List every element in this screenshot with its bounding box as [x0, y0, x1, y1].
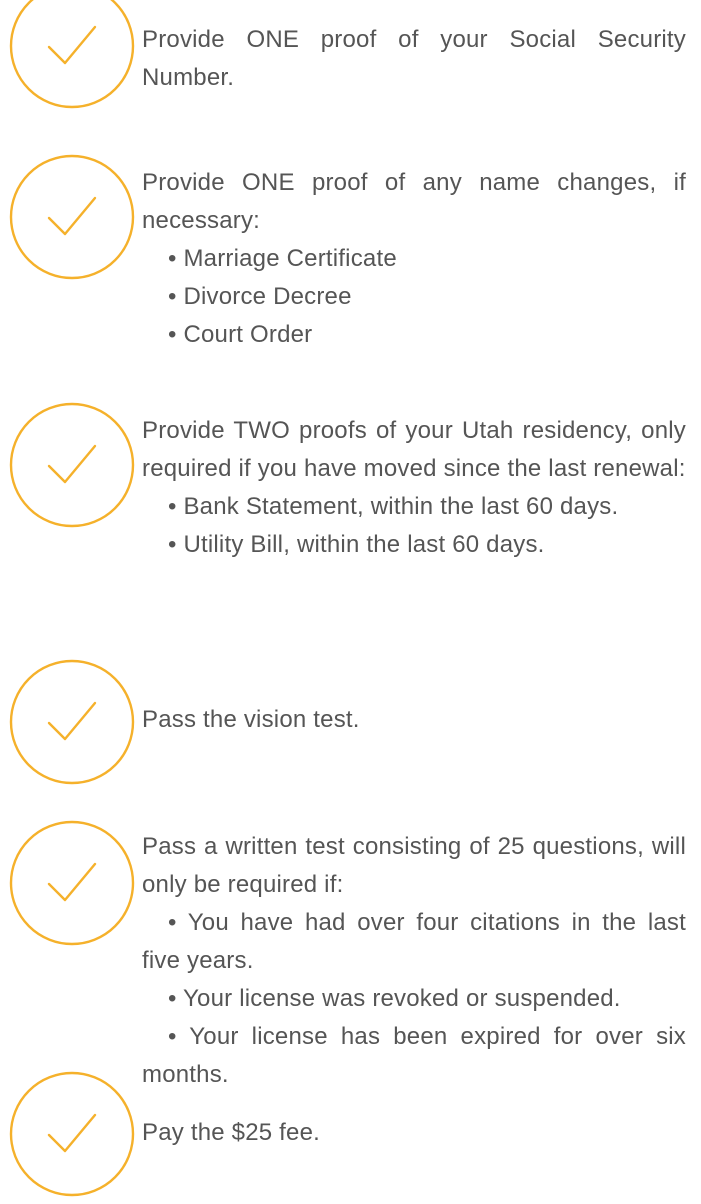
requirement-text: Provide ONE proof of any name changes, i… — [142, 169, 686, 234]
requirement-bullet-list: • You have had over four citations in th… — [142, 904, 686, 1094]
requirement-text-block: Pass a written test consisting of 25 que… — [142, 828, 686, 1094]
requirement-text: Provide ONE proof of your Social Securit… — [142, 26, 686, 91]
bullet-item: • Your license was revoked or suspended. — [168, 985, 621, 1012]
check-circle-icon — [9, 820, 135, 946]
bullet-item: • Your license has been expired for over… — [142, 1023, 686, 1088]
check-circle-icon — [9, 0, 135, 109]
requirement-text: Pass the vision test. — [142, 706, 360, 733]
bullet-item: • Utility Bill, within the last 60 days. — [168, 531, 545, 558]
bullet-item: • Marriage Certificate — [168, 245, 397, 272]
requirement-text-block: Provide ONE proof of your Social Securit… — [142, 21, 686, 97]
check-circle-icon — [9, 1071, 135, 1197]
requirement-text: Pay the $25 fee. — [142, 1119, 320, 1146]
requirement-bullet-list: • Marriage Certificate • Divorce Decree … — [142, 240, 686, 354]
bullet-item: • Divorce Decree — [168, 283, 352, 310]
requirement-text-block: Pass the vision test. — [142, 701, 686, 739]
check-circle-icon — [9, 402, 135, 528]
bullet-item: • You have had over four citations in th… — [142, 909, 686, 974]
check-circle-icon — [9, 659, 135, 785]
bullet-item: • Bank Statement, within the last 60 day… — [168, 493, 619, 520]
requirement-text: Pass a written test consisting of 25 que… — [142, 833, 686, 898]
check-circle-icon — [9, 154, 135, 280]
requirement-bullet-list: • Bank Statement, within the last 60 day… — [142, 488, 686, 564]
bullet-item: • Court Order — [168, 321, 313, 348]
requirement-text-block: Provide ONE proof of any name changes, i… — [142, 164, 686, 354]
requirement-text-block: Provide TWO proofs of your Utah residenc… — [142, 412, 686, 564]
requirement-text: Provide TWO proofs of your Utah residenc… — [142, 417, 686, 482]
requirement-text-block: Pay the $25 fee. — [142, 1114, 686, 1152]
